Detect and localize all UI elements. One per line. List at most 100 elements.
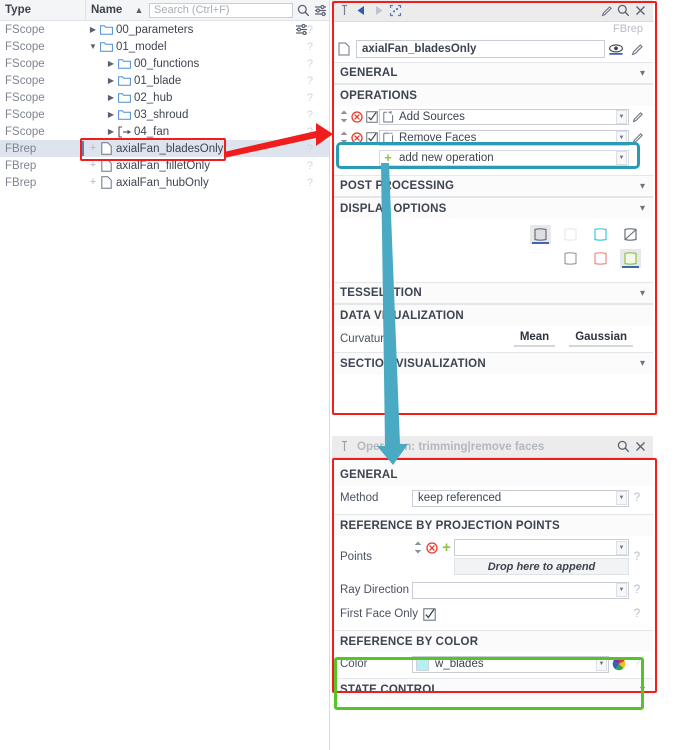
chevron-down-icon[interactable]: ▼ [616, 150, 627, 165]
help-icon[interactable]: ? [307, 75, 313, 87]
filter-sliders-icon[interactable] [312, 0, 329, 21]
back-arrow-icon[interactable] [353, 1, 370, 21]
chevron-down-icon[interactable]: ▼ [616, 491, 627, 505]
grey-outline-face-icon[interactable] [560, 249, 581, 268]
sort-caret-up-icon[interactable]: ▲ [131, 5, 147, 15]
eye-icon[interactable] [605, 39, 627, 59]
help-icon[interactable]: ? [307, 109, 313, 121]
expander-plus-icon[interactable]: + [87, 143, 99, 154]
help-icon[interactable]: ? [307, 143, 313, 155]
pin-icon[interactable] [336, 437, 353, 457]
help-icon[interactable]: ? [307, 92, 313, 104]
help-icon[interactable]: ? [629, 584, 645, 596]
tree-row[interactable]: FBrep + axialFan_bladesOnly? [0, 140, 329, 157]
section-reference-by-projection-points[interactable]: REFERENCE BY PROJECTION POINTS [332, 514, 653, 536]
section-state-control[interactable]: STATE CONTROL ▾ [332, 678, 653, 700]
diagonal-face-icon[interactable] [620, 225, 641, 244]
help-icon[interactable]: ? [629, 492, 645, 504]
add-operation-row[interactable]: + add new operation ▼ [332, 148, 653, 167]
operation-enabled-checkbox[interactable] [364, 131, 379, 144]
section-post-processing[interactable]: POST PROCESSING ▾ [332, 175, 653, 197]
chevron-down-icon[interactable]: ▾ [640, 358, 645, 369]
chevron-down-icon[interactable]: ▼ [616, 540, 627, 555]
delete-circle-icon[interactable] [349, 110, 364, 123]
expander-collapsed-icon[interactable]: ▶ [105, 59, 117, 68]
section-tesselation[interactable]: TESSELATION ▾ [332, 282, 653, 304]
expander-expanded-icon[interactable]: ▼ [87, 42, 99, 51]
help-icon[interactable]: ? [307, 126, 313, 138]
chevron-down-icon[interactable]: ▾ [640, 68, 645, 79]
tree-row[interactable]: FBrep + axialFan_filletOnly? [0, 157, 329, 174]
ray-direction-select[interactable]: ▼ [412, 581, 629, 599]
expander-collapsed-icon[interactable]: ▶ [87, 25, 99, 34]
section-operations[interactable]: OPERATIONS [332, 84, 653, 106]
chevron-down-icon[interactable]: ▾ [640, 288, 645, 299]
help-icon[interactable]: ? [307, 41, 313, 53]
reorder-updown-icon[interactable] [338, 110, 349, 123]
edit-pencil-icon[interactable] [629, 111, 647, 123]
search-icon[interactable] [615, 437, 632, 457]
help-icon[interactable]: ? [307, 58, 313, 70]
points-drop-area[interactable]: Drop here to append [454, 558, 629, 575]
close-icon[interactable] [632, 1, 649, 21]
hidden-face-icon[interactable] [560, 225, 581, 244]
shaded-face-icon[interactable] [530, 225, 551, 244]
tree-row[interactable]: FScope ▼ 01_model? [0, 38, 329, 55]
method-select[interactable]: keep referenced ▼ [412, 489, 629, 507]
expander-collapsed-icon[interactable]: ▶ [105, 76, 117, 85]
green-outline-face-icon[interactable] [620, 249, 641, 268]
section-reference-by-color[interactable]: REFERENCE BY COLOR [332, 630, 653, 652]
filter-sliders-icon[interactable] [295, 23, 309, 37]
operation-row[interactable]: Add Sources ▼ [332, 106, 653, 127]
reorder-updown-icon[interactable] [338, 131, 349, 144]
chevron-down-icon[interactable]: ▼ [616, 583, 627, 597]
delete-circle-icon[interactable] [349, 131, 364, 144]
close-icon[interactable] [632, 437, 649, 457]
points-input[interactable]: ▼ [454, 539, 629, 556]
section-general[interactable]: GENERAL ▾ [332, 62, 653, 84]
search-input[interactable]: Search (Ctrl+F) [149, 2, 293, 18]
help-icon[interactable]: ? [307, 160, 313, 172]
curvature-gaussian-button[interactable]: Gaussian [569, 331, 633, 347]
expander-collapsed-icon[interactable]: ▶ [105, 93, 117, 102]
expander-collapsed-icon[interactable]: ▶ [105, 110, 117, 119]
forward-arrow-icon[interactable] [370, 1, 387, 21]
cyan-outline-face-icon[interactable] [590, 225, 611, 244]
expander-plus-icon[interactable]: + [87, 160, 99, 171]
chevron-down-icon[interactable]: ▾ [640, 181, 645, 192]
red-outline-face-icon[interactable] [590, 249, 611, 268]
chevron-down-icon[interactable]: ▾ [640, 684, 645, 695]
chevron-down-icon[interactable]: ▾ [640, 203, 645, 214]
expander-collapsed-icon[interactable]: ▶ [105, 127, 117, 136]
first-face-only-checkbox[interactable] [418, 607, 442, 621]
tree-row[interactable]: FScope ▶ 02_hub? [0, 89, 329, 106]
tree-row[interactable]: FScope ▶ 00_functions? [0, 55, 329, 72]
pin-icon[interactable] [336, 1, 353, 21]
tree-row[interactable]: FScope ▶ 04_fan? [0, 123, 329, 140]
edit-pencil-icon[interactable] [629, 132, 647, 144]
operation-row[interactable]: Remove Faces ▼ [332, 127, 653, 148]
tree-row[interactable]: FScope ▶ 03_shroud? [0, 106, 329, 123]
fit-selection-icon[interactable] [387, 1, 404, 21]
section-op-general[interactable]: GENERAL [332, 464, 653, 486]
operation-enabled-checkbox[interactable] [364, 110, 379, 123]
object-name-input[interactable]: axialFan_bladesOnly [356, 40, 605, 58]
column-header-name[interactable]: Name [86, 4, 131, 16]
section-section-visualization[interactable]: SECTION VISUALIZATION ▾ [332, 352, 653, 374]
section-display-options[interactable]: DISPLAY OPTIONS ▾ [332, 197, 653, 219]
section-data-visualization[interactable]: DATA VISUALIZATION [332, 304, 653, 326]
edit-pencil-icon[interactable] [598, 1, 615, 21]
chevron-down-icon[interactable]: ▼ [616, 130, 627, 145]
help-icon[interactable]: ? [629, 608, 645, 620]
tree-row[interactable]: FScope ▶ 00_parameters? [0, 21, 329, 38]
help-icon[interactable]: ? [629, 658, 645, 670]
curvature-mean-button[interactable]: Mean [513, 331, 556, 347]
chevron-down-icon[interactable]: ▼ [616, 109, 627, 124]
search-icon[interactable] [295, 0, 312, 21]
delete-circle-icon[interactable] [424, 541, 439, 554]
search-icon[interactable] [615, 1, 632, 21]
color-wheel-icon[interactable] [609, 657, 629, 671]
tree-row[interactable]: FBrep + axialFan_hubOnly? [0, 174, 329, 191]
plus-icon[interactable]: + [439, 540, 454, 555]
tree-row[interactable]: FScope ▶ 01_blade? [0, 72, 329, 89]
